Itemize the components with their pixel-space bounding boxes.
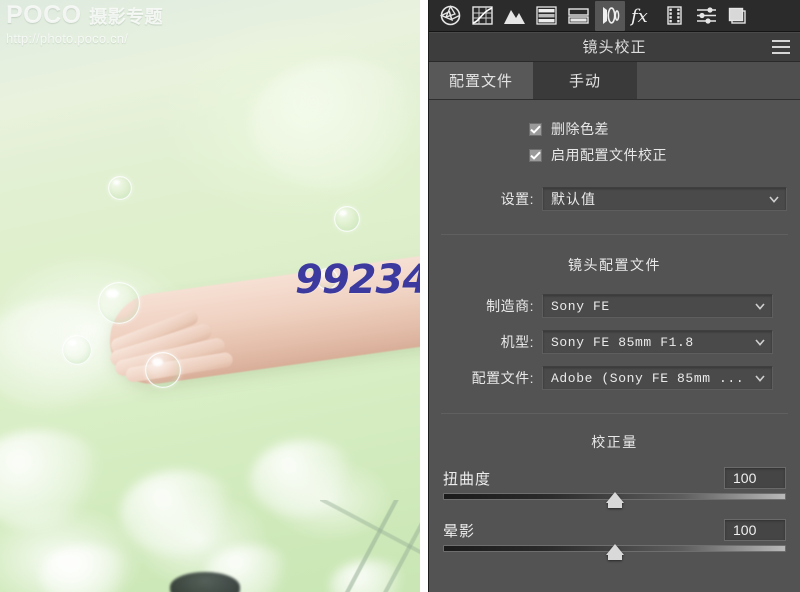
page-title: 镜头校正 [582,39,647,56]
watermark-url: http://photo.poco.cn/ [6,31,129,46]
slider-value-field[interactable]: 100 [724,467,786,489]
basic-adjust-icon[interactable] [435,1,465,31]
slider-value-field[interactable]: 100 [724,519,786,541]
watermark-brand-cn: 摄影专题 [89,7,164,27]
slider-vignetting: 晕影 100 [443,518,786,560]
overlay-number-text: 992341 [295,257,420,303]
app-root: POCO 摄影专题 http://photo.poco.cn/ 992341 [0,0,800,592]
panel-body: 删除色差 启用配置文件校正 设置: 默认值 镜头配置文件 制造商: Sony F… [429,118,800,592]
tone-curve-icon[interactable] [467,1,497,31]
chevron-down-icon [755,303,765,310]
bokeh-blob [40,545,136,592]
soap-bubble [334,206,360,232]
detail-icon[interactable] [499,1,529,31]
divider [441,234,788,235]
soap-bubble [62,335,92,365]
hsl-grayscale-icon[interactable] [531,1,561,31]
panel-title-bar: 镜头校正 [429,32,800,62]
slider-label: 扭曲度 [443,470,492,488]
lens-profile-section-title: 镜头配置文件 [568,257,661,273]
soap-bubble [98,282,140,324]
effects-icon[interactable]: fx [627,1,657,31]
slider-track[interactable] [443,492,786,508]
chevron-down-icon [755,375,765,382]
bokeh-blob [120,470,240,556]
tab-profile[interactable]: 配置文件 [429,62,533,99]
model-row: 机型: Sony FE 85mm F1.8 [429,329,800,355]
photograph[interactable]: POCO 摄影专题 http://photo.poco.cn/ 992341 [0,0,420,592]
presets-icon[interactable] [691,1,721,31]
lens-correction-icon[interactable] [595,0,625,31]
panel-toolbar: fx [429,0,800,32]
profile-row: 配置文件: Adobe (Sony FE 85mm ... [429,365,800,391]
panel-tabs: 配置文件 手动 [429,62,800,100]
manufacturer-select[interactable]: Sony FE [542,294,773,318]
checkbox-row-enable-profile-corrections[interactable]: 启用配置文件校正 [529,144,800,166]
soap-bubble [145,352,181,388]
settings-row: 设置: 默认值 [429,186,800,212]
background-railing [320,500,420,592]
bokeh-blob [0,430,110,530]
camera-calibration-icon[interactable] [659,1,689,31]
manufacturer-row: 制造商: Sony FE [429,293,800,319]
profile-select[interactable]: Adobe (Sony FE 85mm ... [542,366,773,390]
photo-right-margin [420,0,428,592]
snapshots-icon[interactable] [723,1,753,31]
checkbox-icon[interactable] [529,148,542,162]
settings-label: 设置: [500,191,534,207]
manufacturer-label: 制造商: [486,298,534,314]
slider-handle[interactable] [605,492,624,508]
profile-value: Adobe (Sony FE 85mm ... [551,370,745,386]
correction-section-title: 校正量 [591,434,638,450]
slider-track[interactable] [443,544,786,560]
split-toning-icon[interactable] [563,1,593,31]
checkbox-label: 删除色差 [551,121,609,137]
checkbox-icon[interactable] [529,122,542,136]
tab-filler [637,62,800,99]
background-dark-object [170,572,240,592]
slider-distortion: 扭曲度 100 [443,466,786,508]
divider [441,413,788,414]
develop-panel: fx 镜头校正 配置文件 手动 删除色差 启用配置文件校正 设置: 默认值 镜头… [428,0,800,592]
watermark-brand: POCO [6,1,82,29]
svg-text:fx: fx [630,6,648,26]
poco-watermark: POCO 摄影专题 http://photo.poco.cn/ [6,2,216,47]
soap-bubble [108,176,132,200]
chevron-down-icon [755,339,765,346]
checkbox-row-remove-chromatic-aberration[interactable]: 删除色差 [529,118,800,140]
tab-manual[interactable]: 手动 [533,62,637,99]
model-select[interactable]: Sony FE 85mm F1.8 [542,330,773,354]
settings-value: 默认值 [551,191,596,207]
slider-label: 晕影 [443,522,476,540]
manufacturer-value: Sony FE [551,298,610,314]
hamburger-menu-icon[interactable] [772,40,790,54]
model-value: Sony FE 85mm F1.8 [551,334,694,350]
model-label: 机型: [500,334,534,350]
checkbox-label: 启用配置文件校正 [551,147,667,163]
chevron-down-icon [769,196,779,203]
settings-select[interactable]: 默认值 [542,187,787,211]
bokeh-blob [250,60,420,190]
profile-label: 配置文件: [471,370,534,386]
photo-preview-pane[interactable]: POCO 摄影专题 http://photo.poco.cn/ 992341 [0,0,428,592]
slider-handle[interactable] [605,544,624,560]
